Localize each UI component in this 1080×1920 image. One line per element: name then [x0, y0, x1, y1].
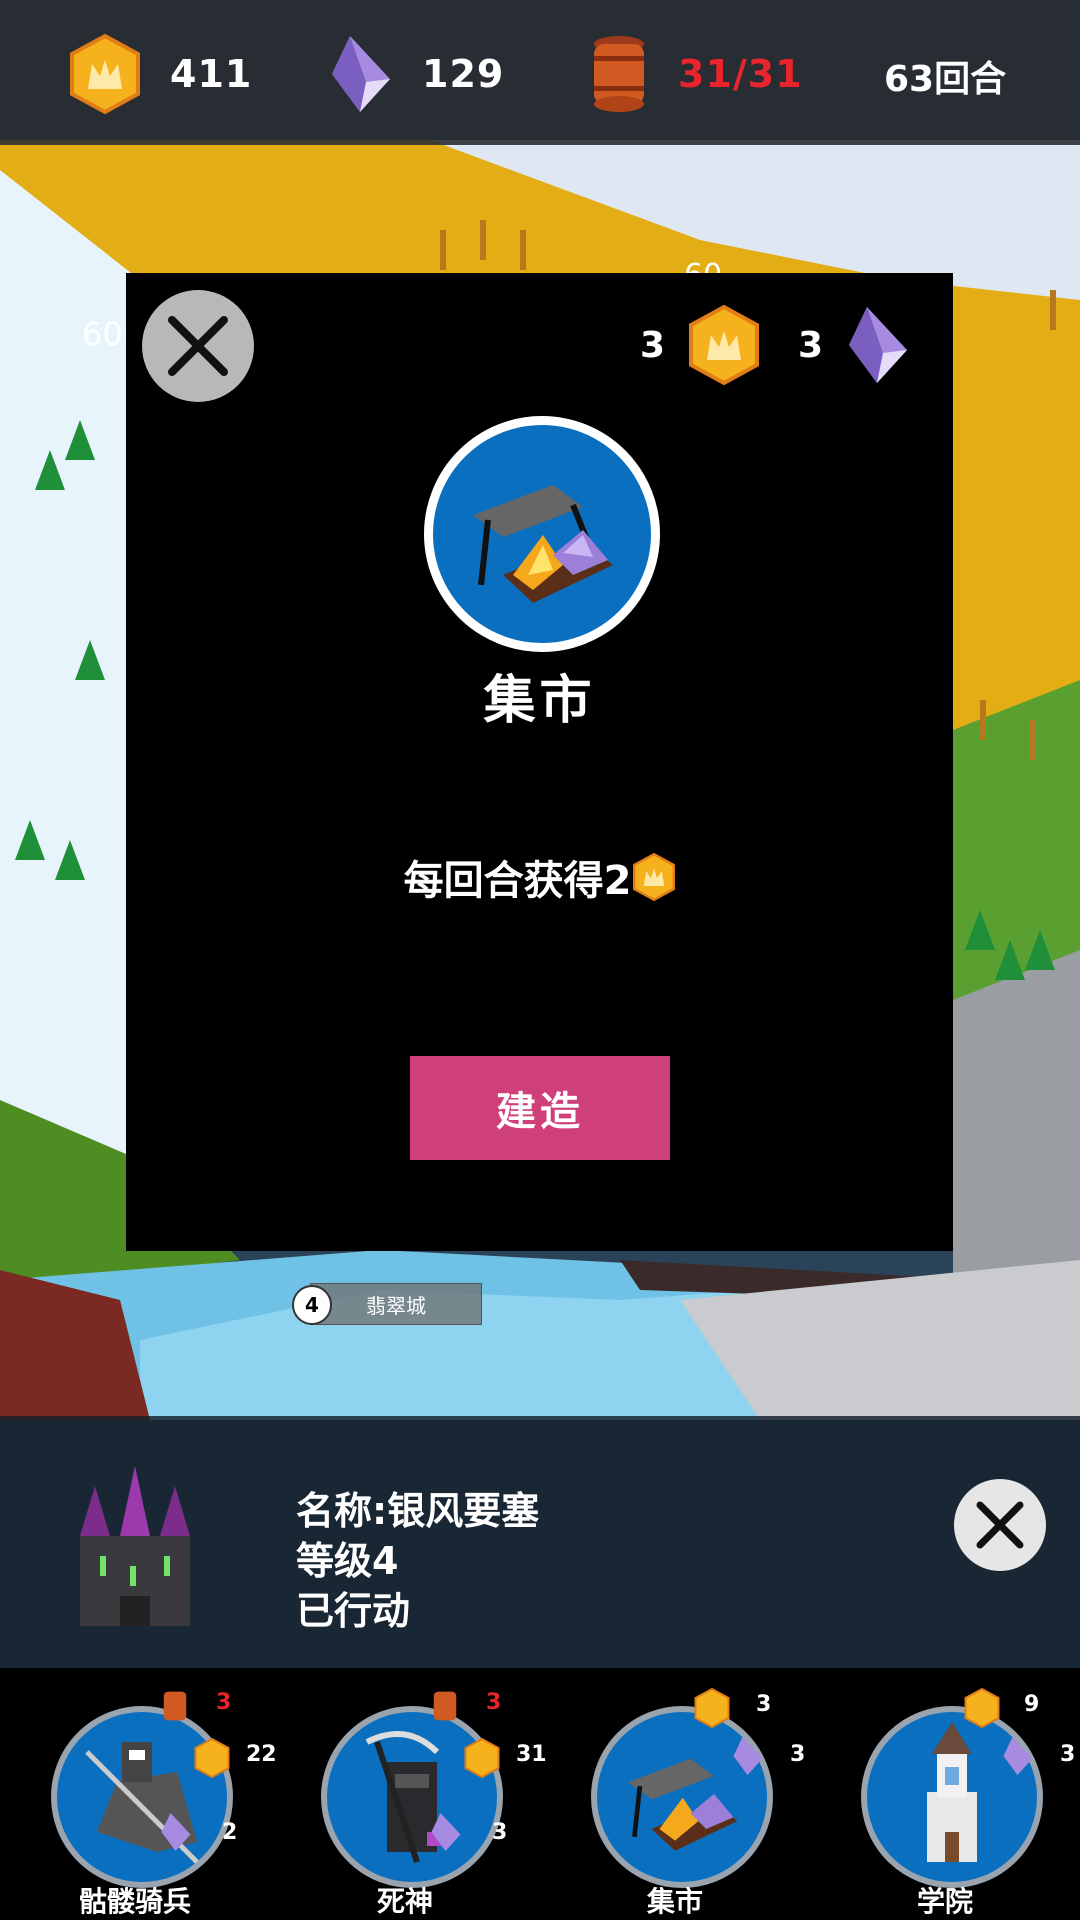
build-option-academy[interactable]: 9 3 学院 [810, 1686, 1080, 1920]
pop-cost: 3 [216, 1690, 232, 1715]
star-cost: 3 [640, 305, 760, 385]
crystal-icon [161, 1813, 191, 1851]
star-icon [194, 1738, 230, 1778]
academy-icon [861, 1706, 1043, 1888]
star-icon [689, 305, 760, 385]
unit-name: 死神 [376, 1885, 433, 1918]
crystal-cost: 3 [790, 1742, 806, 1767]
skeleton-cavalry-icon [51, 1706, 233, 1888]
crystals-resource: 129 [330, 34, 504, 114]
crystals-value: 129 [422, 52, 505, 96]
build-option-reaper[interactable]: 3 31 3 死神 [270, 1686, 547, 1920]
crystal-icon [1003, 1737, 1033, 1775]
barrel-icon [594, 36, 644, 112]
star-icon [964, 1688, 1000, 1728]
crystal-cost: 2 [222, 1820, 238, 1845]
population-value: 31/31 [678, 52, 803, 96]
star-cost: 3 [756, 1692, 772, 1717]
city-level-line: 等级4 [296, 1539, 399, 1583]
star-icon [70, 34, 140, 114]
star-cost-value: 3 [640, 324, 666, 366]
city-name-label[interactable]: 翡翠城 [310, 1283, 482, 1325]
market-icon [591, 1706, 773, 1888]
close-icon [976, 1501, 1024, 1549]
city-info-panel: 名称:银风要塞 等级4 已行动 [0, 1416, 1080, 1668]
population-resource: 31/31 [590, 34, 803, 114]
crystal-cost: 3 [492, 1820, 508, 1845]
resource-bar: 411 129 31/31 63回合 [0, 0, 1080, 145]
build-button[interactable]: 建造 [410, 1056, 670, 1160]
crystal-cost: 3 [798, 305, 909, 385]
turn-counter: 63回合 [884, 59, 1007, 100]
city-info-text: 名称:银风要塞 等级4 已行动 [296, 1486, 539, 1636]
star-icon [694, 1688, 730, 1728]
description-text: 每回合获得2 [403, 858, 632, 904]
crystal-icon [849, 307, 908, 383]
crystal-cost: 3 [1060, 1742, 1076, 1767]
crystal-icon [431, 1813, 461, 1851]
modal-close-button[interactable] [142, 290, 254, 402]
building-title: 集市 [483, 671, 596, 731]
crystal-cost-value: 3 [798, 324, 824, 366]
building-name: 集市 [646, 1885, 703, 1918]
build-option-skeleton-cavalry[interactable]: 3 22 2 骷髅骑兵 [0, 1686, 277, 1920]
crystal-icon [733, 1737, 763, 1775]
info-close-button[interactable] [954, 1479, 1046, 1571]
castle-icon [80, 1466, 190, 1626]
city-level-badge: 4 [292, 1285, 332, 1325]
star-icon [464, 1738, 500, 1778]
stars-resource: 411 [70, 34, 252, 114]
stars-value: 411 [170, 52, 253, 96]
build-options-bar: 3 22 2 骷髅骑兵 3 31 3 死神 3 3 集市 9 3 学院 [0, 1668, 1080, 1920]
build-option-market[interactable]: 3 3 集市 [540, 1686, 810, 1920]
building-description: 每回合获得2 [126, 848, 953, 906]
crystal-icon [332, 36, 390, 112]
star-icon [633, 853, 676, 901]
building-name: 学院 [916, 1885, 973, 1918]
star-cost: 9 [1024, 1692, 1040, 1717]
city-name-line: 名称:银风要塞 [296, 1489, 540, 1533]
reaper-icon [321, 1706, 503, 1888]
close-icon [168, 316, 228, 376]
unit-name: 骷髅骑兵 [78, 1885, 191, 1918]
city-status-line: 已行动 [296, 1589, 411, 1633]
map-label-left: 60 [82, 315, 123, 353]
market-building-icon [424, 416, 660, 652]
barrel-icon [163, 1691, 187, 1721]
market-icon [473, 485, 613, 603]
building-modal: 3 3 集市 每回合获得2 建造 [126, 273, 953, 1251]
pop-cost: 3 [486, 1690, 502, 1715]
barrel-icon [433, 1691, 457, 1721]
